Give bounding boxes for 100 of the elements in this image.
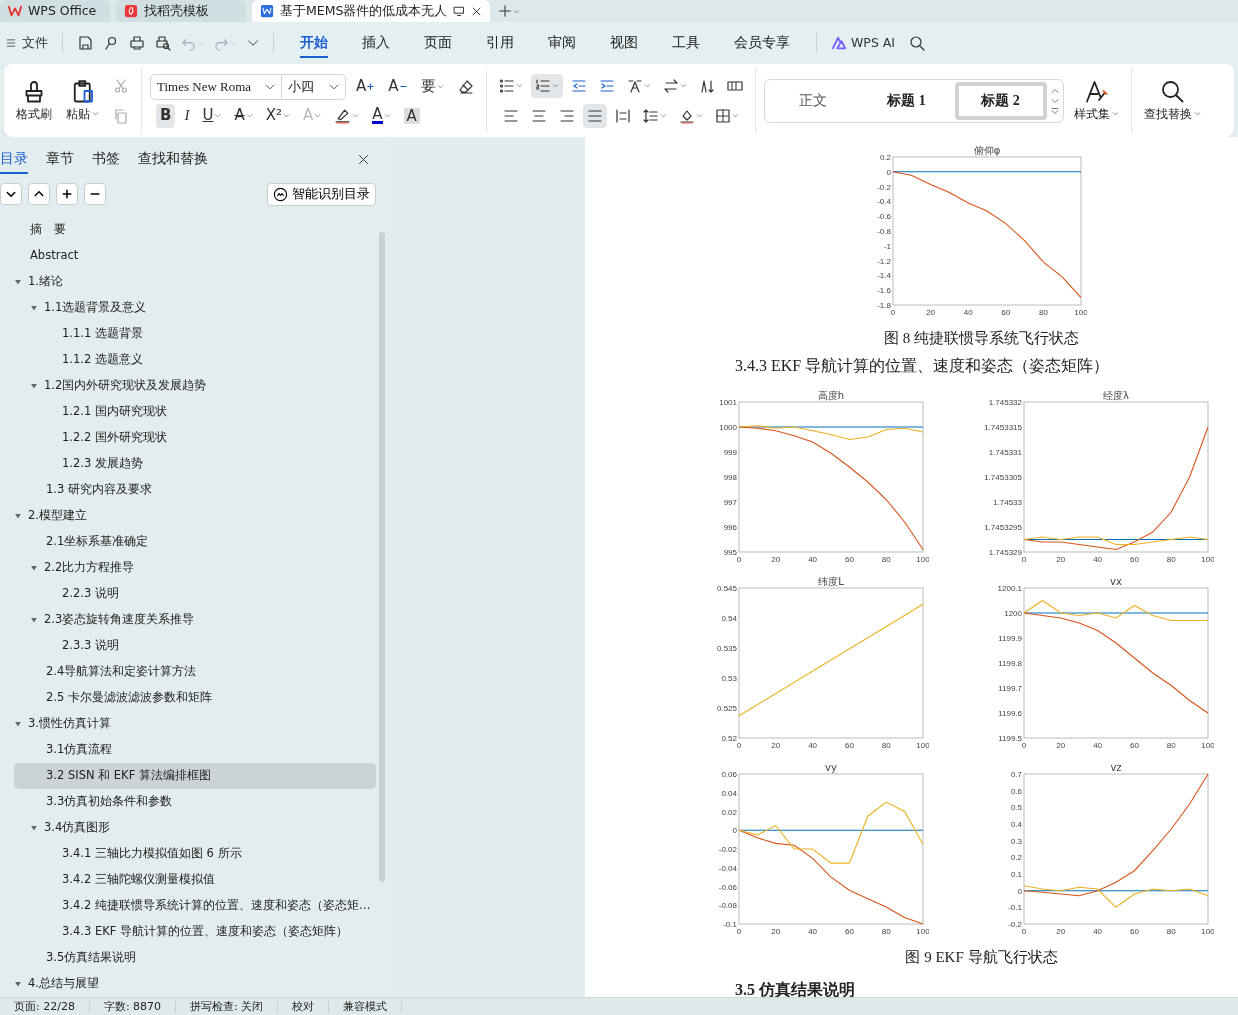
tick-label: 80 <box>881 554 891 564</box>
app-tab[interactable]: WPS Office <box>0 0 110 22</box>
ribbon-tab[interactable]: 引用 <box>486 28 514 58</box>
caret-icon <box>1111 110 1119 117</box>
tick-label: 1.745331 <box>988 447 1022 457</box>
shrink-font-button[interactable]: A <box>384 74 411 99</box>
tick-label: -1.6 <box>877 286 891 296</box>
add-button[interactable] <box>56 183 78 206</box>
toc-item[interactable]: 2.模型建立 <box>14 503 376 529</box>
tick-label: 80 <box>1166 926 1176 936</box>
numbered-list-button[interactable] <box>530 73 563 98</box>
print-button[interactable] <box>127 33 147 53</box>
tick-label: 1000 <box>719 422 737 432</box>
toc-item[interactable]: 2.5 卡尔曼滤波滤波参数和矩阵 <box>14 685 376 711</box>
toc-item[interactable]: 3.4.1 三轴比力模拟值如图 6 所示 <box>14 841 376 867</box>
font-name-field[interactable]: Times New Roma <box>150 73 282 100</box>
print-preview-button[interactable] <box>153 33 173 53</box>
tick-label: 80 <box>1166 740 1176 750</box>
ribbon-tab[interactable]: 会员专享 <box>734 28 790 58</box>
tick-label: 0 <box>1021 740 1027 750</box>
collapse-button[interactable] <box>0 183 22 206</box>
phonetic-guide-button[interactable]: 要 <box>416 74 448 99</box>
toc-item[interactable]: 1.2.1 国内研究现状 <box>14 399 376 425</box>
toc-item[interactable]: 3.4.2 三轴陀螺仪测量模拟值 <box>14 867 376 893</box>
style-set-button[interactable]: 样式集 <box>1069 76 1123 125</box>
remove-button[interactable] <box>84 183 106 206</box>
character-shading-button[interactable]: A <box>399 103 424 128</box>
file-menu[interactable]: 文件 <box>4 31 50 55</box>
font-size-field[interactable]: 小四 <box>282 73 346 100</box>
italic-button[interactable]: I <box>180 103 194 128</box>
scrollbar-thumb[interactable] <box>379 232 385 882</box>
superscript-button[interactable]: X² <box>261 103 294 128</box>
toc-item[interactable]: 3.5仿真结果说明 <box>14 945 376 971</box>
ribbon-tab[interactable]: 插入 <box>362 28 390 58</box>
toc-item[interactable]: 1.3 研究内容及要求 <box>14 477 376 503</box>
bullet-list-icon <box>498 77 515 94</box>
format-painter-button[interactable]: 格式刷 <box>12 76 56 125</box>
panel-tab[interactable]: 书签 <box>92 145 120 174</box>
font-color-button[interactable]: A <box>368 103 395 128</box>
toc-item[interactable]: 2.2比力方程推导 <box>14 555 376 581</box>
panel-tab[interactable]: 目录 <box>0 145 28 174</box>
strikethrough-button[interactable]: A <box>230 103 257 128</box>
tick-label: 40 <box>1093 554 1103 564</box>
chart-title: 纬度L <box>818 575 844 587</box>
toc-item[interactable]: 3.4仿真图形 <box>14 815 376 841</box>
ribbon-tab[interactable]: 审阅 <box>548 28 576 58</box>
toc-item[interactable]: 3.4.3 EKF 导航计算的位置、速度和姿态（姿态矩阵） <box>14 919 376 945</box>
app-tab[interactable]: 找稻壳模板 <box>116 0 246 22</box>
toc-item[interactable]: 1.1.2 选题意义 <box>14 347 376 373</box>
toc-item[interactable]: 3.1仿真流程 <box>14 737 376 763</box>
tick-label: 1200.1 <box>997 583 1022 593</box>
toc-item[interactable]: 摘 要 <box>14 217 376 243</box>
smart-toc-button[interactable]: 智能识别目录 <box>267 183 376 206</box>
tick-label: 60 <box>844 554 854 564</box>
toc-item[interactable]: 3.3仿真初始条件和参数 <box>14 789 376 815</box>
toc-item[interactable]: 1.2.2 国外研究现状 <box>14 425 376 451</box>
tick-label: -0.2 <box>877 182 891 192</box>
print-icon <box>129 35 145 51</box>
toc-item[interactable]: 3.惯性仿真计算 <box>14 711 376 737</box>
toc-item[interactable]: 2.3.3 说明 <box>14 633 376 659</box>
justify-button[interactable] <box>582 103 607 128</box>
toc-item[interactable]: 2.4导航算法和定姿计算方法 <box>14 659 376 685</box>
tick-label: -0.1 <box>723 919 737 929</box>
style-set-icon <box>1084 78 1109 103</box>
grow-font-button[interactable]: A <box>352 74 379 99</box>
underline-button[interactable]: U <box>198 103 226 128</box>
style-option[interactable]: 正文 <box>766 81 859 120</box>
tick-label: 0.5 <box>1010 802 1022 812</box>
paste-button[interactable]: 粘贴 <box>62 76 103 125</box>
toc-item[interactable]: 4.总结与展望 <box>14 971 376 997</box>
style-option[interactable]: 标题 1 <box>860 81 953 120</box>
bold-button[interactable]: B <box>156 103 176 128</box>
chart-title: vx <box>1110 575 1122 587</box>
ribbon-tab[interactable]: 视图 <box>610 28 638 58</box>
wps-ai-button[interactable]: WPS AI <box>829 31 898 55</box>
find-replace-button[interactable]: 查找替换 <box>1139 76 1205 125</box>
toc-item[interactable]: 2.2.3 说明 <box>14 581 376 607</box>
toc-item[interactable]: 3.4.2 纯捷联惯导系统计算的位置、速度和姿态（姿态矩… <box>14 893 376 919</box>
swap-arrows-icon <box>662 77 679 94</box>
toc-item[interactable]: 1.2.3 发展趋势 <box>14 451 376 477</box>
panel-tab[interactable]: 查找和替换 <box>138 145 208 174</box>
tick-label: 0 <box>886 167 891 177</box>
toc-item[interactable]: 3.2 SISN 和 EKF 算法编排框图 <box>14 763 376 789</box>
ribbon-tab[interactable]: 页面 <box>424 28 452 58</box>
ribbon-tab[interactable]: 开始 <box>300 28 328 58</box>
toc-item[interactable]: 2.3姿态旋转角速度关系推导 <box>14 607 376 633</box>
style-option[interactable]: 标题 2 <box>954 81 1047 120</box>
toc-item[interactable]: 2.1坐标系基准确定 <box>14 529 376 555</box>
chart-title: vz <box>1110 761 1122 773</box>
panel-tab[interactable]: 章节 <box>46 145 74 174</box>
toc-item[interactable]: Abstract <box>14 243 376 269</box>
app-tab[interactable]: 基于MEMS器件的低成本无人 <box>252 0 491 22</box>
highlighter-icon <box>334 107 352 124</box>
expand-up-button[interactable] <box>28 183 50 206</box>
toc-item[interactable]: 1.绪论 <box>14 269 376 295</box>
eraser-icon <box>457 78 474 95</box>
toc-item[interactable]: 1.1选题背景及意义 <box>14 295 376 321</box>
toc-item[interactable]: 1.1.1 选题背景 <box>14 321 376 347</box>
toc-item[interactable]: 1.2国内外研究现状及发展趋势 <box>14 373 376 399</box>
ribbon-tab[interactable]: 工具 <box>672 28 700 58</box>
